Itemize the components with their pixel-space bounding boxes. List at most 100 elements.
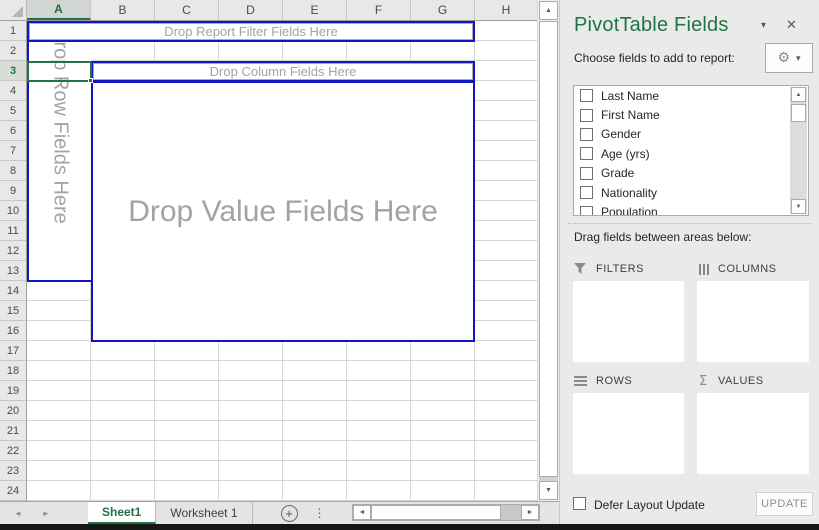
row-header[interactable]: 10 — [0, 201, 26, 221]
field-checkbox[interactable] — [580, 147, 593, 160]
row-header[interactable]: 22 — [0, 441, 26, 461]
field-label: First Name — [601, 108, 660, 122]
row-header[interactable]: 13 — [0, 261, 26, 281]
column-header[interactable]: B — [91, 0, 155, 20]
row-header[interactable]: 6 — [0, 121, 26, 141]
row-header[interactable]: 2 — [0, 41, 26, 61]
field-list-item[interactable]: Age (yrs) — [574, 144, 808, 163]
active-cell-selection[interactable] — [27, 61, 92, 82]
list-scroll-down-button[interactable]: ▼ — [791, 199, 806, 214]
row-header[interactable]: 7 — [0, 141, 26, 161]
field-list-scrollbar[interactable]: ▲ ▼ — [790, 87, 807, 214]
field-checkbox[interactable] — [580, 89, 593, 102]
prev-sheet-icon[interactable]: ◄ — [14, 509, 22, 518]
row-header[interactable]: 4 — [0, 81, 26, 101]
field-list-item[interactable]: First Name — [574, 105, 808, 124]
row-header[interactable]: 3 — [0, 61, 26, 81]
row-header[interactable]: 11 — [0, 221, 26, 241]
defer-layout-checkbox[interactable] — [573, 497, 586, 510]
pane-close-icon[interactable]: ✕ — [786, 17, 797, 33]
pivot-value-zone[interactable]: Drop Value Fields Here — [91, 81, 475, 342]
field-checkbox[interactable] — [580, 206, 593, 216]
column-header[interactable]: D — [219, 0, 283, 20]
field-checkbox[interactable] — [580, 167, 593, 180]
tab-sheet1[interactable]: Sheet1 — [88, 502, 156, 524]
update-button[interactable]: UPDATE — [756, 492, 813, 516]
row-header[interactable]: 17 — [0, 341, 26, 361]
row-header[interactable]: 21 — [0, 421, 26, 441]
tab-worksheet1[interactable]: Worksheet 1 — [156, 502, 252, 524]
pane-separator — [568, 223, 812, 224]
row-header[interactable]: 14 — [0, 281, 26, 301]
filters-area-label: FILTERS — [596, 263, 644, 275]
drag-fields-label: Drag fields between areas below: — [574, 230, 751, 244]
scroll-right-button[interactable]: ► — [521, 505, 539, 520]
field-list-item[interactable]: Population — [574, 202, 808, 216]
horizontal-scrollbar-thumb[interactable] — [371, 505, 501, 520]
scroll-up-button[interactable]: ▲ — [539, 1, 558, 20]
field-checkbox[interactable] — [580, 186, 593, 199]
row-header[interactable]: 8 — [0, 161, 26, 181]
horizontal-scrollbar[interactable]: ◄ ► — [352, 504, 540, 521]
column-header[interactable]: A — [27, 0, 91, 20]
row-header[interactable]: 5 — [0, 101, 26, 121]
pivottable-fields-pane: PivotTable Fields ▾ ✕ Choose fields to a… — [559, 0, 819, 524]
select-all-corner[interactable] — [0, 0, 27, 20]
gear-icon: ⚙ — [777, 51, 790, 65]
field-label: Nationality — [601, 186, 657, 200]
row-header[interactable]: 12 — [0, 241, 26, 261]
tools-button[interactable]: ⚙ ▾ — [765, 43, 813, 73]
pivot-filter-zone[interactable]: Drop Report Filter Fields Here — [27, 21, 475, 42]
field-list-item[interactable]: Gender — [574, 125, 808, 144]
pane-options-caret-icon[interactable]: ▾ — [761, 20, 766, 31]
list-scroll-up-button[interactable]: ▲ — [791, 87, 806, 102]
list-scrollbar-thumb[interactable] — [791, 104, 806, 122]
field-list-item[interactable]: Nationality — [574, 183, 808, 202]
tab-nav-arrows: ◄ ► — [0, 502, 88, 524]
select-all-triangle-icon — [12, 6, 23, 17]
more-options-icon[interactable]: ⋮ — [314, 506, 326, 520]
cell-grid[interactable]: Drop Report Filter Fields Here Drop Colu… — [27, 21, 537, 501]
row-header[interactable]: 16 — [0, 321, 26, 341]
defer-layout-label: Defer Layout Update — [594, 498, 705, 512]
value-zone-hint: Drop Value Fields Here — [128, 195, 438, 229]
column-header[interactable]: C — [155, 0, 219, 20]
fill-handle[interactable] — [88, 78, 93, 83]
row-header[interactable]: 9 — [0, 181, 26, 201]
row-header[interactable]: 18 — [0, 361, 26, 381]
column-header[interactable]: E — [283, 0, 347, 20]
field-label: Grade — [601, 166, 634, 180]
choose-fields-label: Choose fields to add to report: — [574, 51, 735, 65]
field-label: Age (yrs) — [601, 147, 650, 161]
row-header[interactable]: 20 — [0, 401, 26, 421]
new-sheet-button[interactable]: + — [281, 505, 298, 522]
row-header[interactable]: 15 — [0, 301, 26, 321]
filter-funnel-icon — [574, 263, 586, 275]
column-header[interactable]: H — [475, 0, 537, 20]
row-header[interactable]: 24 — [0, 481, 26, 501]
field-list-item[interactable]: Grade — [574, 164, 808, 183]
field-checkbox[interactable] — [580, 109, 593, 122]
column-header[interactable]: F — [347, 0, 411, 20]
next-sheet-icon[interactable]: ► — [42, 509, 50, 518]
filters-drop-area[interactable] — [573, 281, 684, 362]
field-checkbox[interactable] — [580, 128, 593, 141]
row-header[interactable]: 23 — [0, 461, 26, 481]
values-drop-area[interactable] — [697, 393, 809, 474]
row-header[interactable]: 19 — [0, 381, 26, 401]
excel-pivot-window: ABCDEFGH 1234567891011121314151617181920… — [0, 0, 819, 530]
vertical-scrollbar[interactable]: ▲ ▼ — [537, 0, 558, 501]
vertical-scrollbar-thumb[interactable] — [539, 21, 558, 477]
field-label: Last Name — [601, 89, 659, 103]
row-header[interactable]: 1 — [0, 21, 26, 41]
rows-drop-area[interactable] — [573, 393, 684, 474]
column-header[interactable]: G — [411, 0, 475, 20]
pivot-column-zone[interactable]: Drop Column Fields Here — [91, 61, 475, 82]
field-list-item[interactable]: Last Name — [574, 86, 808, 105]
pane-title: PivotTable Fields — [574, 14, 729, 37]
columns-drop-area[interactable] — [697, 281, 809, 362]
scroll-down-button[interactable]: ▼ — [539, 481, 558, 500]
row-zone-hint: Drop Row Fields Here — [49, 21, 72, 224]
scroll-left-button[interactable]: ◄ — [353, 505, 371, 520]
columns-bars-icon — [699, 264, 711, 275]
